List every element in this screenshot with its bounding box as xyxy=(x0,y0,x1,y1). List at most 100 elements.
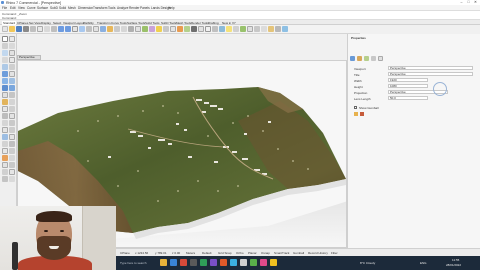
toolbar-extra-icon-2[interactable] xyxy=(261,26,267,32)
mesh-icon[interactable] xyxy=(2,99,8,105)
rotate-icon[interactable] xyxy=(2,134,8,140)
boolean-icon[interactable] xyxy=(2,155,8,161)
text-icon[interactable] xyxy=(9,64,15,70)
clock-date[interactable]: 28/01/2022 xyxy=(446,263,461,267)
environment-icon[interactable] xyxy=(219,26,225,32)
zoom-icon[interactable] xyxy=(86,26,92,32)
scale-icon[interactable] xyxy=(9,134,15,140)
pan-icon[interactable] xyxy=(72,26,78,32)
select-arrow-icon[interactable] xyxy=(2,36,8,42)
lands-design-icon[interactable] xyxy=(240,26,246,32)
menu-file[interactable]: File xyxy=(2,6,7,10)
app-icon-blue[interactable] xyxy=(230,259,237,266)
taskbar-search[interactable]: Type here to search xyxy=(120,261,147,265)
clock-time[interactable]: 11:55 xyxy=(452,258,459,262)
explode-icon[interactable] xyxy=(9,120,15,126)
shaded-icon[interactable] xyxy=(142,26,148,32)
join-icon[interactable] xyxy=(2,120,8,126)
app-icon-grey[interactable] xyxy=(240,259,247,266)
contour-icon[interactable] xyxy=(2,176,8,182)
app-icon-pink[interactable] xyxy=(260,259,267,266)
chamfer-icon[interactable] xyxy=(9,106,15,112)
menu-subd[interactable]: SubD xyxy=(50,6,58,10)
zoom-selected-icon[interactable] xyxy=(107,26,113,32)
status-osnap[interactable]: Osnap xyxy=(261,251,270,255)
sweep-icon[interactable] xyxy=(9,78,15,84)
status-planar[interactable]: Planar xyxy=(248,251,257,255)
undo-icon[interactable] xyxy=(58,26,64,32)
menu-edit[interactable]: Edit xyxy=(10,6,16,10)
move-icon[interactable] xyxy=(2,127,8,133)
analyze-icon[interactable] xyxy=(9,148,15,154)
polyline-icon[interactable] xyxy=(9,43,15,49)
field-viewport[interactable]: Perspective xyxy=(388,66,473,70)
rendered-icon[interactable] xyxy=(149,26,155,32)
field-title[interactable]: Perspective xyxy=(388,72,473,76)
status-layer[interactable]: Default xyxy=(202,251,212,255)
lock-icon[interactable] xyxy=(177,26,183,32)
field-lens-length[interactable]: 50.0 xyxy=(388,96,428,100)
zoom-extents-icon[interactable] xyxy=(100,26,106,32)
trim-icon[interactable] xyxy=(2,113,8,119)
group-icon[interactable] xyxy=(9,155,15,161)
split-icon[interactable] xyxy=(9,113,15,119)
weather-widget[interactable]: 8°C Cloudy xyxy=(360,261,375,265)
mirror-icon[interactable] xyxy=(2,141,8,147)
app-icon-green-2[interactable] xyxy=(250,259,257,266)
rebuild-icon[interactable] xyxy=(9,169,15,175)
object-properties-icon[interactable] xyxy=(350,56,355,61)
menu-mesh[interactable]: Mesh xyxy=(68,6,76,10)
cplane-icon[interactable] xyxy=(128,26,134,32)
status-ortho[interactable]: Ortho xyxy=(236,251,244,255)
command-history[interactable]: Command: _Zoom Command: xyxy=(0,10,480,20)
polygon-icon[interactable] xyxy=(2,64,8,70)
rhino-taskbar-icon[interactable] xyxy=(190,259,197,266)
menu-curve[interactable]: Curve xyxy=(27,6,36,10)
menu-render[interactable]: Render xyxy=(129,6,139,10)
field-height[interactable]: 1080 xyxy=(388,84,428,88)
tab-solid-tools[interactable]: Solid Tools xyxy=(144,21,160,25)
edge-icon[interactable] xyxy=(170,259,177,266)
color-swatch-icon[interactable] xyxy=(354,112,358,116)
layer-panel-icon[interactable] xyxy=(357,56,362,61)
app-icon-purple[interactable] xyxy=(210,259,217,266)
zoom-window-icon[interactable] xyxy=(93,26,99,32)
fillet-icon[interactable] xyxy=(2,106,8,112)
paste-icon[interactable] xyxy=(51,26,57,32)
navigation-widget-icon[interactable] xyxy=(433,82,447,96)
material-icon[interactable] xyxy=(212,26,218,32)
gumball-checkbox[interactable] xyxy=(354,106,357,109)
tab-display[interactable]: Display xyxy=(40,21,52,25)
subd-icon[interactable] xyxy=(9,99,15,105)
box-icon[interactable] xyxy=(2,85,8,91)
redo-icon[interactable] xyxy=(65,26,71,32)
tab-select[interactable]: Select xyxy=(52,21,62,25)
undo-view-icon[interactable] xyxy=(114,26,120,32)
tab-new-in-v7[interactable]: New in V7 xyxy=(221,21,237,25)
chrome-icon[interactable] xyxy=(180,259,187,266)
select-icon[interactable] xyxy=(163,26,169,32)
material-swatch-icon[interactable] xyxy=(360,112,364,116)
four-views-icon[interactable] xyxy=(121,26,127,32)
named-views-icon[interactable] xyxy=(378,56,383,61)
rotate-view-icon[interactable] xyxy=(79,26,85,32)
app-icon-green[interactable] xyxy=(200,259,207,266)
menu-panels[interactable]: Panels xyxy=(140,6,150,10)
toolbar-extra-icon-5[interactable] xyxy=(282,26,288,32)
render-icon[interactable] xyxy=(205,26,211,32)
loft-icon[interactable] xyxy=(2,78,8,84)
layer-icon[interactable] xyxy=(184,26,190,32)
rectangle-icon[interactable] xyxy=(9,57,15,63)
hide-icon[interactable] xyxy=(170,26,176,32)
cut-icon[interactable] xyxy=(37,26,43,32)
menu-analyze[interactable]: Analyze xyxy=(117,6,128,10)
copy-tool-icon[interactable] xyxy=(9,127,15,133)
line-icon[interactable] xyxy=(2,43,8,49)
menu-dimension[interactable]: Dimension xyxy=(78,6,93,10)
dimension-icon[interactable] xyxy=(2,148,8,154)
language-indicator[interactable]: ENG xyxy=(420,261,427,265)
curve-icon[interactable] xyxy=(2,50,8,56)
set-view-icon[interactable] xyxy=(135,26,141,32)
menu-help[interactable]: Help xyxy=(168,6,175,10)
status-grid-snap[interactable]: Grid Snap xyxy=(218,251,232,255)
